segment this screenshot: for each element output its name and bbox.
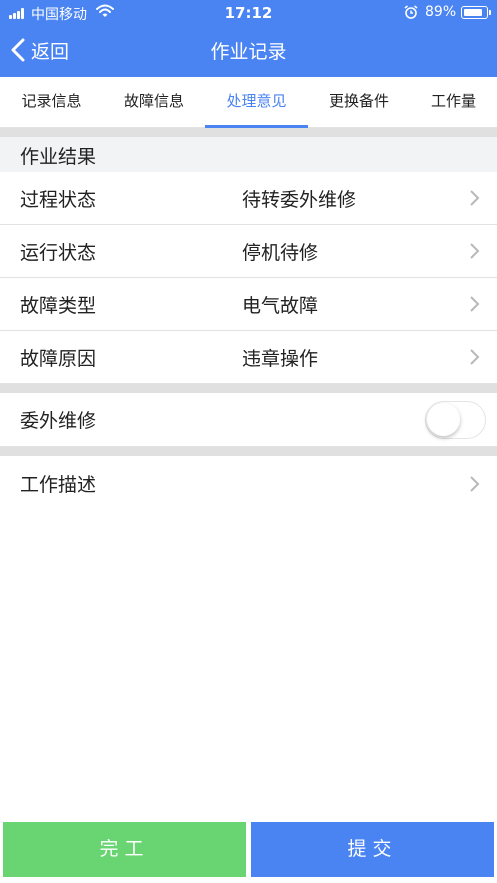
status-time: 17:12: [224, 4, 273, 22]
section-divider: [0, 128, 497, 137]
page-title: 作业记录: [210, 41, 287, 63]
row-label: 故障类型: [20, 295, 97, 317]
section-header-work-result: 作业结果: [0, 137, 497, 172]
outsource-repair-toggle[interactable]: [425, 401, 486, 439]
tab-replace-parts[interactable]: 更换备件: [308, 77, 410, 127]
tab-workload[interactable]: 工作量: [410, 77, 497, 127]
section-divider: [0, 384, 497, 393]
row-run-status[interactable]: 运行状态 停机待修: [0, 225, 497, 278]
row-value: 停机待修: [242, 242, 319, 264]
chevron-right-icon: [470, 296, 480, 312]
row-process-status[interactable]: 过程状态 待转委外维修: [0, 172, 497, 225]
status-bar: 中国移动 17:12 89%: [0, 0, 497, 26]
tab-handling-opinion[interactable]: 处理意见: [205, 77, 308, 127]
finish-button[interactable]: 完工: [3, 822, 246, 877]
tab-record-info[interactable]: 记录信息: [0, 77, 103, 127]
section-title: 作业结果: [20, 146, 97, 168]
section-divider: [0, 447, 497, 456]
chevron-right-icon: [470, 190, 480, 206]
tab-bar: 记录信息 故障信息 处理意见 更换备件 工作量: [0, 77, 497, 128]
alarm-clock-icon: [404, 5, 418, 19]
row-value: 待转委外维修: [242, 189, 357, 211]
tab-fault-info[interactable]: 故障信息: [103, 77, 205, 127]
battery-icon: [461, 6, 491, 19]
screen: 中国移动 17:12 89% 返回 作业记录 记录信息 故障信息 处理意见 更换…: [0, 0, 497, 883]
row-work-description[interactable]: 工作描述: [0, 456, 497, 511]
row-label: 委外维修: [20, 410, 97, 432]
battery-percent: 89%: [425, 4, 457, 20]
row-label: 工作描述: [20, 474, 97, 496]
row-label: 运行状态: [20, 242, 97, 264]
row-label: 过程状态: [20, 189, 97, 211]
chevron-right-icon: [470, 243, 480, 259]
row-label: 故障原因: [20, 348, 97, 370]
row-fault-cause[interactable]: 故障原因 违章操作: [0, 331, 497, 384]
toggle-knob: [427, 403, 460, 436]
chevron-right-icon: [470, 349, 480, 365]
row-value: 电气故障: [242, 295, 319, 317]
chevron-right-icon: [470, 476, 480, 492]
top-bar: 中国移动 17:12 89% 返回 作业记录: [0, 0, 497, 77]
row-outsource-repair: 委外维修: [0, 393, 497, 447]
row-value: 违章操作: [242, 348, 319, 370]
submit-button[interactable]: 提交: [251, 822, 494, 877]
row-fault-type[interactable]: 故障类型 电气故障: [0, 278, 497, 331]
